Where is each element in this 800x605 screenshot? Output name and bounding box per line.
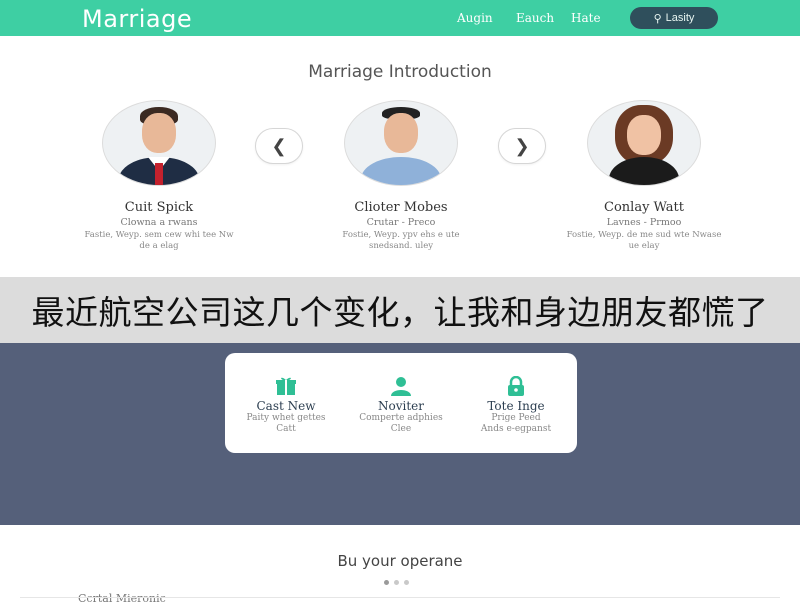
pagination-dot[interactable]: [404, 580, 409, 585]
search-icon: ⚲: [653, 12, 662, 25]
avatar: [587, 100, 701, 186]
avatar: [344, 100, 458, 186]
feature-description: Paity whet gettes: [246, 413, 326, 423]
top-navigation-bar: Marriage Augin Eauch Hate ⚲ Lasity: [0, 0, 800, 36]
section-title: Bu your operane: [337, 552, 463, 570]
site-logo[interactable]: Marriage: [82, 5, 192, 33]
feature-description: Clee: [390, 424, 412, 434]
profile-name: Cuit Spick: [124, 200, 194, 215]
chevron-right-icon: ❯: [514, 135, 530, 156]
avatar: [102, 100, 216, 186]
feature-description: Comperte adphies: [359, 413, 443, 423]
carousel-next-button[interactable]: ❯: [498, 128, 546, 164]
lock-icon: [504, 375, 528, 397]
user-icon: [389, 375, 413, 397]
carousel-pagination: [384, 580, 409, 585]
chevron-left-icon: ❮: [271, 135, 287, 156]
profile-subtitle: Lavnes - Prmoo: [606, 217, 682, 228]
nav-link-hate[interactable]: Hate: [571, 11, 601, 25]
feature-item[interactable]: Tote Inge Prige Peed Ands e-egpanst: [461, 375, 571, 435]
feature-title: Noviter: [377, 399, 424, 413]
profile-description: Fastie, Weyp. sem cew whi tee Nw de a el…: [84, 230, 234, 251]
profile-card[interactable]: Cuit Spick Clowna a rwans Fastie, Weyp. …: [74, 100, 244, 252]
nav-link-eauch[interactable]: Eauch: [516, 11, 554, 25]
search-button[interactable]: ⚲ Lasity: [630, 7, 718, 29]
profile-subtitle: Crutar - Preco: [366, 217, 436, 228]
pagination-dot[interactable]: [384, 580, 389, 585]
profile-card[interactable]: Conlay Watt Lavnes - Prmoo Fostie, Weyp.…: [559, 100, 729, 252]
gift-icon: [274, 375, 298, 397]
search-button-label: Lasity: [665, 12, 695, 24]
carousel-prev-button[interactable]: ❮: [255, 128, 303, 164]
profile-description: Fostie, Weyp. ypv ehs e ute snedsand. ul…: [342, 230, 460, 251]
feature-item[interactable]: Cast New Paity whet gettes Catt: [231, 375, 341, 435]
feature-description: Prige Peed: [491, 413, 541, 423]
nav-link-augin[interactable]: Augin: [457, 11, 493, 25]
intro-section-title: Marriage Introduction: [308, 62, 492, 82]
profile-name: Conlay Watt: [604, 200, 684, 215]
feature-description: Ands e-egpanst: [480, 424, 552, 434]
headline-banner-text: 最近航空公司这几个变化，让我和身边朋友都慌了: [31, 293, 769, 332]
features-card: Cast New Paity whet gettes Catt Noviter …: [225, 353, 577, 453]
feature-title: Cast New: [256, 399, 316, 413]
profile-card[interactable]: Clioter Mobes Crutar - Preco Fostie, Wey…: [316, 100, 486, 252]
divider: [20, 597, 780, 598]
features-section: Cast New Paity whet gettes Catt Noviter …: [0, 343, 800, 525]
partial-list-item: Ccrtal Mieronic: [78, 592, 166, 605]
profile-subtitle: Clowna a rwans: [120, 217, 198, 228]
profile-description: Fostie, Weyp. de me sud wte Nwase ue ela…: [566, 230, 722, 251]
profile-name: Clioter Mobes: [354, 200, 448, 215]
pagination-dot[interactable]: [394, 580, 399, 585]
feature-title: Tote Inge: [487, 399, 545, 413]
feature-item[interactable]: Noviter Comperte adphies Clee: [346, 375, 456, 435]
feature-description: Catt: [276, 424, 296, 434]
headline-banner: 最近航空公司这几个变化，让我和身边朋友都慌了: [0, 277, 800, 343]
